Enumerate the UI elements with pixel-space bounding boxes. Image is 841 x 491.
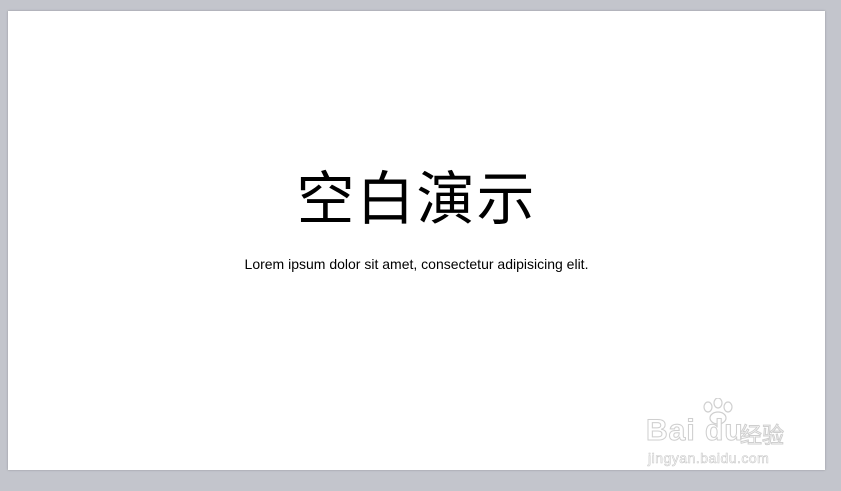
presentation-workspace: 空白演示 Lorem ipsum dolor sit amet, consect… [0,0,841,491]
baidu-jingyan-watermark: Bai du 经验 jingyan.baidu.com [642,398,802,470]
watermark-url: jingyan.baidu.com [648,450,770,467]
watermark-brand: Bai du [646,414,744,448]
watermark-service: 经验 [739,424,785,450]
slide-title[interactable]: 空白演示 [8,163,825,235]
slide-subtitle[interactable]: Lorem ipsum dolor sit amet, consectetur … [8,255,825,273]
